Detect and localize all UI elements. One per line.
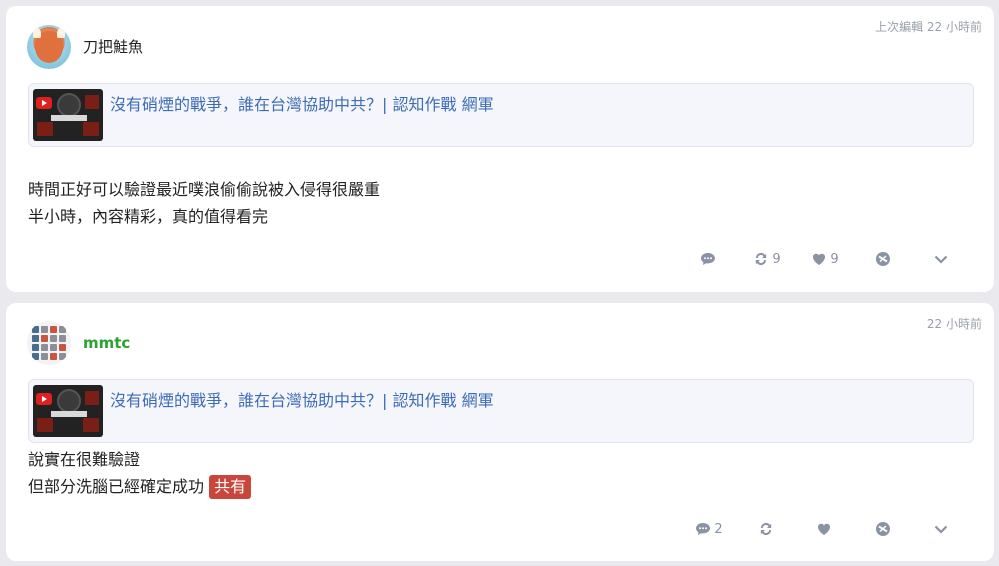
comment-count: 2 — [714, 521, 723, 537]
post-actions: 9 9 — [680, 249, 970, 269]
like-button[interactable]: 9 — [796, 249, 854, 269]
youtube-icon — [36, 97, 52, 109]
content-line: 時間正好可以驗證最近噗浪偷偷說被入侵得很嚴重 — [28, 180, 381, 199]
content-line: 但部分洗腦已經確定成功 — [28, 477, 205, 496]
mute-icon — [876, 522, 890, 536]
like-count: 9 — [830, 251, 839, 267]
replurk-button[interactable]: 9 — [738, 249, 796, 269]
video-thumbnail[interactable] — [33, 385, 103, 437]
shared-tag[interactable]: 共有 — [209, 475, 252, 499]
heart-icon — [813, 253, 826, 265]
comment-button[interactable]: 2 — [680, 519, 738, 539]
comment-icon — [700, 253, 715, 265]
link-preview-card[interactable]: 沒有硝煙的戰爭，誰在台灣協助中共？| 認知作戰 網軍 — [28, 83, 974, 147]
replurk-icon — [760, 523, 771, 535]
link-title[interactable]: 沒有硝煙的戰爭，誰在台灣協助中共？| 認知作戰 網軍 — [110, 91, 494, 115]
mute-button[interactable] — [854, 519, 912, 539]
replurk-button[interactable] — [738, 519, 796, 539]
username[interactable]: 刀把鮭魚 — [83, 36, 143, 57]
replurk-count: 9 — [772, 251, 781, 267]
content-line: 說實在很難驗證 — [28, 450, 141, 469]
video-thumbnail[interactable] — [33, 89, 103, 141]
post-content: 時間正好可以驗證最近噗浪偷偷說被入侵得很嚴重 半小時，內容精彩，真的值得看完 — [28, 176, 380, 230]
timestamp: 22 小時前 — [926, 317, 982, 331]
chevron-down-icon — [934, 525, 948, 534]
like-button[interactable] — [796, 519, 854, 539]
mute-button[interactable] — [854, 249, 912, 269]
user-avatar[interactable] — [27, 321, 71, 365]
content-line: 半小時，內容精彩，真的值得看完 — [28, 207, 269, 226]
youtube-icon — [36, 393, 52, 405]
plurk-post: 刀把鮭魚 上次編輯 22 小時前 沒有硝煙的戰爭，誰在台灣協助中共？| 認知作戰… — [6, 6, 994, 292]
chevron-down-icon — [934, 255, 948, 264]
more-options-button[interactable] — [912, 519, 970, 539]
comment-button[interactable] — [680, 249, 738, 269]
mute-icon — [876, 252, 890, 266]
user-avatar[interactable] — [27, 25, 71, 69]
username[interactable]: mmtc — [83, 334, 130, 352]
more-options-button[interactable] — [912, 249, 970, 269]
plurk-post: mmtc 22 小時前 沒有硝煙的戰爭，誰在台灣協助中共？| 認知作戰 網軍 說… — [6, 303, 994, 561]
heart-icon — [817, 523, 830, 535]
replurk-icon — [756, 253, 767, 265]
link-title[interactable]: 沒有硝煙的戰爭，誰在台灣協助中共？| 認知作戰 網軍 — [110, 387, 494, 411]
content-line-with-tag: 但部分洗腦已經確定成功 共有 — [28, 473, 252, 500]
post-actions: 2 — [680, 519, 970, 539]
comment-icon — [696, 523, 711, 535]
post-content: 說實在很難驗證 但部分洗腦已經確定成功 共有 — [28, 446, 252, 500]
link-preview-card[interactable]: 沒有硝煙的戰爭，誰在台灣協助中共？| 認知作戰 網軍 — [28, 379, 974, 443]
timestamp: 上次編輯 22 小時前 — [875, 20, 982, 34]
